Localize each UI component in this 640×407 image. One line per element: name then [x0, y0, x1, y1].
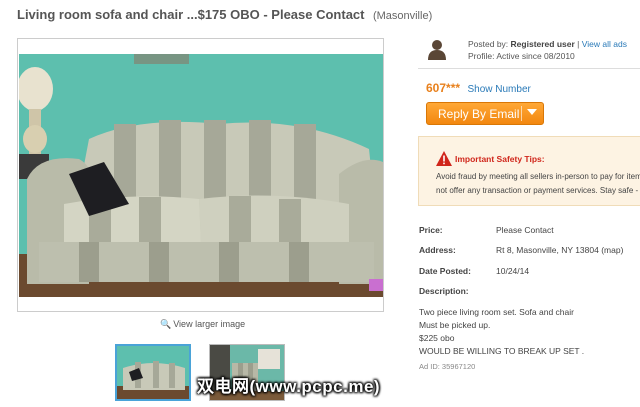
- reply-button-separator: [521, 106, 522, 121]
- safety-tips-title: Important Safety Tips:: [455, 154, 545, 164]
- person-silhouette-icon: [428, 40, 446, 60]
- main-photo[interactable]: [19, 54, 383, 297]
- posted-by-separator: |: [577, 39, 580, 49]
- posted-by-label: Posted by:: [468, 39, 509, 49]
- listing-location: (Masonville): [372, 10, 433, 22]
- phone-row: 607*** Show Number: [426, 79, 531, 97]
- safety-tips-box: Important Safety Tips: Avoid fraud by me…: [418, 136, 640, 206]
- ad-id: Ad ID: 35967120: [419, 362, 476, 371]
- view-larger-label: View larger image: [173, 319, 246, 329]
- site-watermark: 双电网(www.pcpc.me): [197, 377, 381, 396]
- phone-number-partial: 607***: [426, 81, 461, 95]
- listing-title-row: Living room sofa and chair ...$175 OBO -…: [17, 6, 432, 24]
- reply-button-label: Reply By Email: [438, 106, 520, 121]
- main-photo-frame: [17, 38, 384, 312]
- description-line: Two piece living room set. Sofa and chai…: [419, 307, 574, 317]
- reply-by-email-button[interactable]: Reply By Email: [426, 102, 544, 125]
- description-label: Description:: [419, 286, 469, 296]
- address-value[interactable]: Rt 8, Masonville, NY 13804 (map): [496, 245, 623, 255]
- date-posted-label: Date Posted:: [419, 266, 471, 276]
- poster-info: Posted by: Registered user | View all ad…: [468, 38, 627, 62]
- profile-status: Profile: Active since 08/2010: [468, 51, 575, 61]
- view-larger-link[interactable]: 🔍 View larger image: [160, 319, 245, 330]
- description-line: Must be picked up.: [419, 320, 491, 330]
- safety-tips-line-1: Avoid fraud by meeting all sellers in-pe…: [436, 172, 640, 181]
- view-all-ads-link[interactable]: View all ads: [582, 39, 627, 49]
- magnifier-icon: 🔍: [160, 319, 172, 329]
- listing-title: Living room sofa and chair ...$175 OBO -…: [17, 7, 365, 22]
- address-label: Address:: [419, 245, 456, 255]
- posted-by-line: Posted by: Registered user | View all ad…: [468, 38, 627, 50]
- safety-tips-line-2: not offer any transaction or payment ser…: [436, 186, 639, 195]
- warning-triangle-icon: [436, 151, 452, 166]
- section-divider: [418, 68, 640, 69]
- price-value: Please Contact: [496, 225, 554, 235]
- description-line: WOULD BE WILLING TO BREAK UP SET .: [419, 346, 585, 356]
- posted-by-value: Registered user: [510, 39, 575, 49]
- description-line: $225 obo: [419, 333, 455, 343]
- show-number-link[interactable]: Show Number: [467, 84, 530, 95]
- date-posted-value: 10/24/14: [496, 266, 530, 276]
- thumbnail-sofa-image: [117, 346, 189, 399]
- photo-thumbnail-1[interactable]: [115, 344, 191, 401]
- sofa-photo-illustration: [19, 54, 383, 297]
- caret-down-icon[interactable]: [527, 109, 537, 115]
- price-label: Price:: [419, 225, 443, 235]
